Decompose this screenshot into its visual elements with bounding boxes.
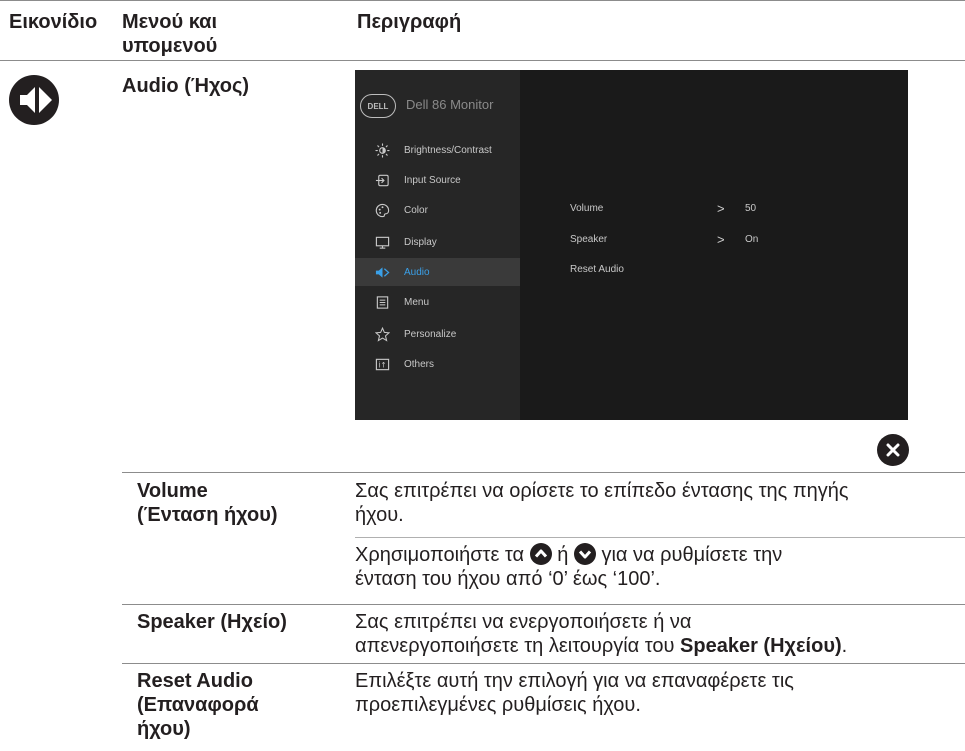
osd-row-label: Reset Audio [570, 264, 624, 275]
speaker-desc-line2-pre: απενεργοποιήσετε τη λειτουργία του [355, 635, 681, 657]
osd-item-personalize[interactable]: Personalize [355, 320, 520, 348]
osd-row-volume[interactable]: Volume > 50 [570, 201, 890, 221]
osd-item-menu[interactable]: Menu [355, 288, 520, 316]
speaker-desc-line1: Σας επιτρέπει να ενεργοποιήσετε ή να [355, 611, 692, 633]
osd-title: Dell 86 Monitor [406, 97, 494, 112]
volume-description: Σας επιτρέπει να ορίσετε το επίπεδο έντα… [355, 479, 965, 527]
osd-row-value: 50 [745, 203, 757, 214]
speaker-desc-line2-post: . [841, 635, 848, 657]
osd-item-brightness[interactable]: Brightness/Contrast [355, 136, 520, 164]
volume-desc1-line2: ήχου. [355, 504, 404, 526]
reset-audio-name-line2: (Επαναφορά [137, 694, 259, 716]
osd-row-reset-audio[interactable]: Reset Audio [570, 264, 890, 282]
volume-desc1-line1: Σας επιτρέπει να ορίσετε το επίπεδο έντα… [355, 480, 849, 502]
osd-item-display[interactable]: Display [355, 228, 520, 256]
svg-text:i↑: i↑ [378, 360, 386, 369]
reset-audio-name-line3: ήχου) [137, 718, 191, 740]
row-rule-reset-audio [122, 663, 965, 664]
volume-desc2-line1: Χρησιμοποιήστε τα ή για να ρυθμίσετε την [355, 543, 965, 567]
osd-row-value: On [745, 234, 759, 245]
osd-sidebar: DELL Dell 86 Monitor Brightness/Contrast… [355, 70, 520, 420]
osd-item-label: Personalize [404, 328, 457, 340]
display-icon [374, 234, 390, 250]
reset-audio-desc-line2: προεπιλεγμένες ρυθμίσεις ήχου. [355, 694, 641, 716]
down-arrow-button-icon [573, 543, 596, 565]
header-menu-line1: Μενού και [122, 11, 218, 33]
reset-audio-description: Επιλέξτε αυτή την επιλογή για να επαναφέ… [355, 669, 965, 717]
osd-header: DELL Dell 86 Monitor [355, 90, 520, 120]
osd-item-label: Color [404, 204, 428, 216]
star-icon [374, 326, 390, 342]
osd-item-color[interactable]: Color [355, 196, 520, 224]
osd-row-label: Volume [570, 203, 604, 214]
menu-icon [374, 294, 390, 310]
chevron-right-icon: > [717, 232, 725, 247]
close-icon[interactable] [877, 434, 909, 466]
up-arrow-button-icon [529, 543, 552, 565]
osd-item-input-source[interactable]: Input Source [355, 166, 520, 194]
input-source-icon [374, 172, 390, 188]
osd-row-speaker[interactable]: Speaker > On [570, 232, 890, 252]
osd-item-label: Menu [404, 296, 430, 308]
volume-desc2-pre: Χρησιμοποιήστε τα [355, 544, 525, 566]
dell-logo: DELL [360, 94, 396, 118]
dell-logo-text: DELL [367, 101, 389, 111]
speaker-desc-line2: απενεργοποιήσετε τη λειτουργία του Speak… [355, 634, 965, 658]
header-rule [0, 60, 965, 61]
volume-inner-rule [355, 537, 965, 538]
osd-item-label: Audio [404, 266, 430, 278]
reset-audio-name: Reset Audio (Επαναφορά ήχου) [137, 669, 259, 741]
color-palette-icon [374, 202, 390, 218]
header-menu-line2: υπομενού [122, 35, 218, 57]
volume-desc2-post: για να ρυθμίσετε την [601, 544, 783, 566]
osd-item-audio[interactable]: Audio [355, 258, 520, 286]
osd-row-label: Speaker [570, 234, 608, 245]
volume-desc2-or: ή [557, 544, 569, 566]
audio-icon [374, 264, 390, 280]
brightness-icon [374, 142, 390, 158]
volume-name-line2: (Ένταση ήχου) [137, 504, 278, 526]
row-rule-speaker [122, 604, 965, 605]
speaker-desc-line2-bold: Speaker (Ηχείου) [680, 635, 842, 657]
header-description-column: Περιγραφή [357, 11, 462, 33]
volume-desc2-line2: ένταση του ήχου από ‘0’ έως ‘100’. [355, 568, 661, 590]
others-icon: i↑ [374, 356, 390, 372]
volume-name: Volume (Ένταση ήχου) [137, 479, 278, 527]
speaker-name: Speaker (Ηχείο) [137, 611, 287, 633]
reset-audio-name-line1: Reset Audio [137, 670, 253, 692]
osd-item-label: Brightness/Contrast [404, 144, 492, 156]
row-rule-volume [122, 472, 965, 473]
osd-menu-screenshot: DELL Dell 86 Monitor Brightness/Contrast… [355, 70, 908, 420]
reset-audio-desc-line1: Επιλέξτε αυτή την επιλογή για να επαναφέ… [355, 670, 794, 692]
speaker-description: Σας επιτρέπει να ενεργοποιήσετε ή να απε… [355, 610, 965, 658]
header-icon-column: Εικονίδιο [9, 11, 98, 33]
osd-item-others[interactable]: i↑ Others [355, 350, 520, 378]
volume-adjust-description: Χρησιμοποιήστε τα ή για να ρυθμίσετε την… [355, 543, 965, 591]
header-menu-column: Μενού και υπομενού [122, 10, 217, 58]
osd-item-label: Display [404, 236, 437, 248]
chevron-right-icon: > [717, 201, 725, 216]
table-top-rule [0, 0, 965, 1]
section-title: Audio (Ήχος) [122, 75, 250, 97]
osd-item-label: Others [404, 358, 435, 370]
osd-item-label: Input Source [404, 174, 461, 186]
volume-name-line1: Volume [137, 480, 208, 502]
audio-speaker-icon [8, 74, 60, 126]
